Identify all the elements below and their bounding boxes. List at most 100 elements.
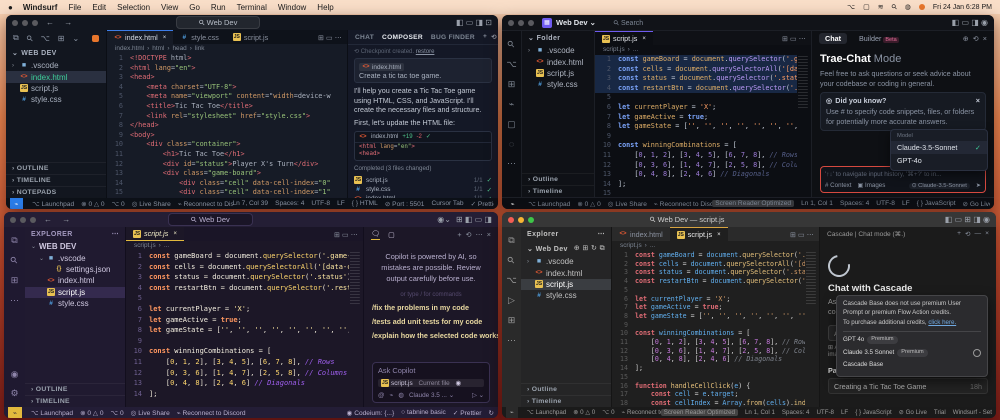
tl-titlebar[interactable]: ← → ⚲ Web Dev ◧ ▭ ◨ ⊡ — [6, 15, 498, 30]
bluetooth-icon[interactable]: ⌥ — [847, 3, 855, 11]
status-item[interactable]: Ln 1, Col 1 — [745, 409, 775, 416]
source-control-icon[interactable]: ⌥ — [506, 275, 516, 286]
history-icon[interactable]: ⟲ — [491, 33, 497, 41]
slash-command[interactable]: /fix the problems in my code — [372, 300, 490, 314]
nav-arrows[interactable]: ← → — [46, 18, 76, 27]
status-item[interactable]: Spaces: 4 — [275, 200, 304, 207]
editor-actions[interactable]: ⊞ ▭ ⋯ — [782, 31, 811, 45]
status-item[interactable]: Ln 7, Col 39 — [233, 200, 269, 207]
traffic-lights[interactable] — [508, 19, 534, 26]
code-editor-js[interactable]: 1 const gameBoard = document.querySelecto… — [612, 250, 805, 407]
breadcrumb-item[interactable]: index.html — [115, 45, 144, 52]
breadcrumb-item[interactable]: ... — [650, 242, 655, 249]
remote-icon[interactable]: ⌁ — [8, 407, 22, 418]
tab-bug-finder[interactable]: BUG FINDER — [431, 34, 475, 41]
breadcrumb[interactable]: index.html › html › head › link — [107, 44, 347, 53]
breadcrumb[interactable]: script.js ›... — [612, 241, 819, 250]
editor-actions[interactable]: ⊞ ▭ ⋯ — [790, 227, 819, 241]
display-icon[interactable]: ▢ — [863, 3, 870, 11]
sidebar-section[interactable]: › OUTLINE — [25, 383, 125, 395]
more-icon[interactable]: ⋯ — [10, 295, 19, 306]
tree-item-settings-json[interactable]: {} settings.json — [25, 264, 125, 275]
send-button[interactable]: ▷ ⌄ — [472, 391, 484, 399]
status-item[interactable]: ⌁ Reconnect to Discord — [622, 409, 661, 416]
status-item[interactable]: Spaces: 4 — [840, 200, 869, 207]
sidebar-section[interactable]: › NOTEPADS — [6, 186, 106, 198]
close-icon[interactable]: × — [976, 96, 980, 105]
send-icon[interactable]: ➤ — [976, 182, 981, 189]
tree-item-script-js[interactable]: JS script.js — [6, 83, 106, 94]
tab-chat[interactable]: CHAT — [355, 34, 374, 41]
close-icon[interactable]: × — [985, 230, 989, 238]
layout-icons[interactable]: ◧ ▭ ◨ ⊡ — [456, 18, 492, 27]
account-icon[interactable]: ◉ — [11, 369, 19, 380]
spotlight-icon[interactable]: ⚲ — [890, 2, 899, 12]
workspace-search[interactable]: ⚲ Web Dev — [168, 213, 253, 226]
explorer-root[interactable]: ⌄ WEB DEV — [6, 46, 106, 60]
tree-item-index-html[interactable]: <> index.html — [521, 267, 611, 278]
model-selector[interactable]: Claude 3.5 ... ⌄ — [409, 391, 454, 399]
history-icon[interactable]: ⟲ — [466, 230, 472, 239]
status-item[interactable]: ⌥ 0 — [111, 409, 124, 417]
menu-item-window[interactable]: Window — [278, 3, 306, 12]
slash-command[interactable]: /explain how the selected code works — [372, 328, 498, 342]
status-item[interactable]: ⊗ 0 △ 0 — [573, 409, 595, 416]
extensions-icon[interactable]: ⊞ — [508, 79, 516, 90]
run-debug-icon[interactable]: ▷ — [508, 295, 515, 306]
br-titlebar[interactable]: ⚲ Web Dev — script.js ◧ ▭ ⊞ ◨ ◉ — [502, 212, 996, 227]
edits-view-icon[interactable]: ▢ — [388, 230, 395, 239]
new-chat-icon[interactable]: ⊕ — [963, 34, 969, 43]
current-file-chip[interactable]: JS script.js Current file ◉ — [378, 379, 484, 387]
remote-icon[interactable]: ⌁ — [509, 99, 514, 110]
minimap[interactable] — [797, 54, 811, 197]
bl-titlebar[interactable]: ← → ⚲ Web Dev ◉⌄ ⊞ ◧ ▭ ◨ — [4, 212, 498, 227]
code-editor-html[interactable]: 1 <!DOCTYPE html> 2 <html lang="en"> 3 <head>… — [107, 53, 347, 198]
tab-index-html[interactable]: <> index.html — [612, 227, 670, 241]
tree-item-script-js[interactable]: JS script.js — [25, 286, 125, 298]
sidebar-section[interactable]: › TIMELINE — [25, 395, 125, 407]
nav-arrows[interactable]: ← → — [44, 215, 74, 224]
status-item[interactable]: ⊗ 0 △ 0 — [80, 409, 103, 417]
more-icon[interactable]: ⋯ — [507, 335, 516, 346]
search-icon[interactable]: ⚲ — [505, 38, 517, 50]
tab-chat[interactable]: Chat — [819, 32, 847, 44]
tab-composer[interactable]: COMPOSER — [382, 34, 423, 41]
explorer-action-icons[interactable]: ⊕ ⊞ ↻ ⧉ — [574, 244, 605, 253]
completed-summary[interactable]: Completed (3 files changed) — [354, 164, 492, 173]
status-item[interactable]: { } JavaScript — [917, 200, 956, 207]
more-icon[interactable]: ⋯ — [598, 230, 605, 238]
search-icon[interactable]: ⚲ — [505, 254, 517, 266]
menu-icon[interactable]: ◍ — [905, 3, 911, 11]
file-chip[interactable]: <> index.html — [359, 63, 405, 71]
apple-menu-icon[interactable]: ● — [8, 3, 13, 12]
status-item[interactable]: ⌁ Reconnect to Discord — [178, 200, 233, 208]
source-control-icon[interactable]: ⌥ — [506, 59, 516, 70]
menu-item-windsurf[interactable]: Windsurf — [23, 3, 58, 12]
model-option-Claude-3.5-Sonnet[interactable]: Claude-3.5-Sonnet ✓ — [891, 141, 987, 154]
model-option-GPT-4o[interactable]: GPT 4o Premium — [843, 334, 981, 347]
traffic-lights[interactable] — [508, 216, 534, 223]
breadcrumb-item[interactable]: link — [195, 45, 205, 52]
sidebar-section[interactable]: › OUTLINE — [6, 162, 106, 174]
tree-item-index-html[interactable]: <> index.html — [25, 275, 125, 286]
status-item[interactable]: Screen Reader Optimized — [712, 200, 795, 207]
layout-icons[interactable]: ⊞ ◧ ▭ ◨ — [456, 215, 492, 224]
status-item[interactable]: LF — [337, 200, 345, 207]
status-item[interactable]: ⊘ Port : 5501 — [385, 200, 425, 208]
sidebar-section[interactable]: › Timeline — [522, 185, 594, 197]
tab-index-html[interactable]: <> index.html × — [107, 30, 174, 44]
tab-script-js[interactable]: JS script.js × — [595, 31, 653, 45]
traffic-lights[interactable] — [10, 216, 36, 223]
model-option-Cascade-Base[interactable]: Cascade Base — [843, 359, 981, 372]
account-icon[interactable]: ◉⌄ — [437, 215, 451, 224]
menubar-clock[interactable]: Fri 24 Jan 6:28 PM — [933, 4, 992, 11]
history-icon[interactable]: ⟲ — [973, 34, 979, 43]
status-item[interactable]: LF — [841, 409, 848, 416]
diff-card[interactable]: <> index.html +19 -2 ✓ <html lang="en"> <… — [354, 130, 492, 161]
tree-item--vscode[interactable]: › ■ .vscode — [522, 45, 594, 56]
status-item[interactable]: { } HTML — [352, 200, 378, 207]
tab-style-css[interactable]: # style.css — [173, 30, 226, 44]
minimize-icon[interactable]: — — [975, 230, 982, 238]
breadcrumb[interactable]: script.js ›... — [126, 241, 363, 250]
explorer-icon[interactable]: ⧉ — [508, 235, 514, 246]
